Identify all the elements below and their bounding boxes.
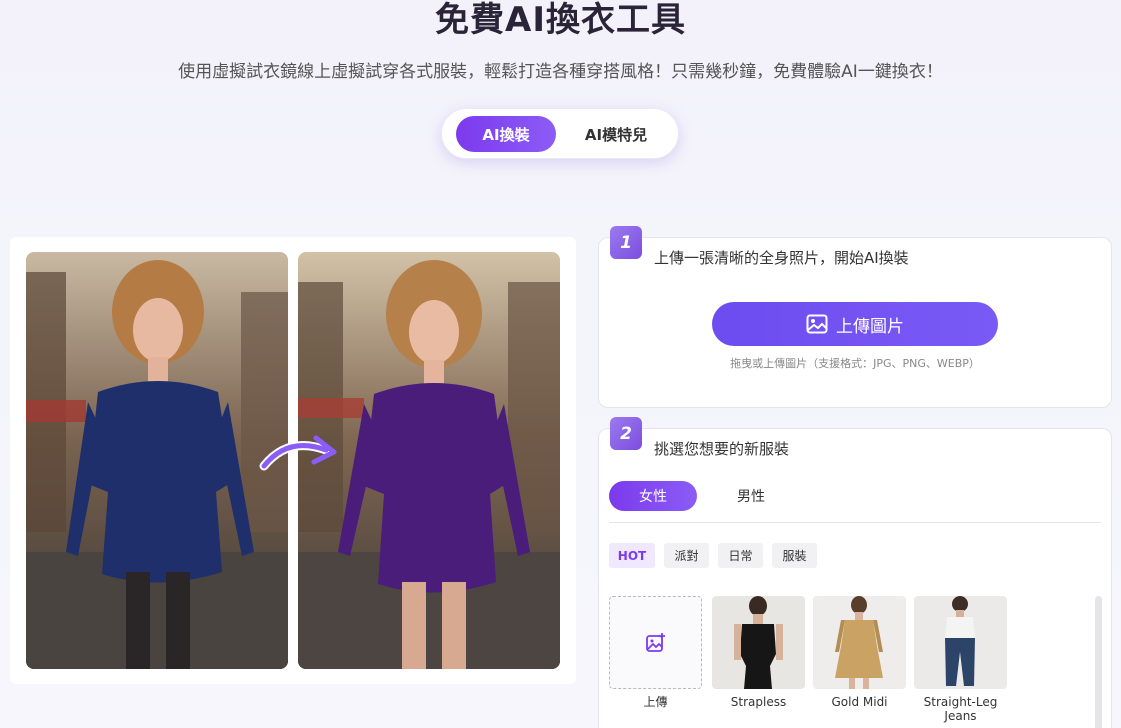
mode-switch: AI換裝 AI模特兒 [441, 108, 679, 159]
upload-button-label: 上傳圖片 [836, 316, 904, 337]
page-title: 免費AI換衣工具 [435, 0, 686, 40]
tab-male[interactable]: 男性 [707, 481, 795, 511]
tab-female[interactable]: 女性 [609, 481, 697, 511]
step-upload-card: 1 上傳一張清晰的全身照片，開始AI換裝 上傳圖片 拖曳或上傳圖片（支援格式：J… [598, 226, 1112, 408]
divider [609, 522, 1101, 523]
outfit-label: Gold Midi [831, 695, 888, 709]
outfit-label: Straight-Leg Jeans [923, 695, 998, 723]
step-badge: 1 [610, 226, 642, 259]
outfit-upload-tile[interactable] [609, 596, 702, 689]
outfit-label: Strapless [730, 695, 787, 709]
outfit-strapless-tile[interactable] [712, 596, 805, 689]
page-subtitle: 使用虛擬試衣鏡線上虛擬試穿各式服裝，輕鬆打造各種穿搭風格！只需幾秒鐘，免費體驗A… [178, 62, 943, 82]
category-party[interactable]: 派對 [664, 543, 709, 568]
image-icon [806, 314, 828, 334]
category-daily[interactable]: 日常 [718, 543, 763, 568]
step-badge: 2 [610, 417, 642, 450]
before-photo [26, 252, 288, 669]
tab-ai-outfit-change[interactable]: AI換裝 [456, 116, 556, 152]
category-hot[interactable]: HOT [609, 543, 655, 568]
step-label: 挑選您想要的新服裝 [654, 440, 790, 458]
outfit-straight-leg-jeans-tile[interactable] [914, 596, 1007, 689]
preview-card [10, 237, 576, 684]
step-label: 上傳一張清晰的全身照片，開始AI換裝 [654, 249, 909, 267]
outfit-gold-midi-tile[interactable] [813, 596, 906, 689]
outfit-label: 上傳 [643, 695, 668, 709]
scrollbar[interactable] [1095, 596, 1102, 728]
upload-image-button[interactable]: 上傳圖片 [712, 302, 998, 346]
category-clothing[interactable]: 服裝 [772, 543, 817, 568]
upload-hint: 拖曳或上傳圖片（支援格式：JPG、PNG、WEBP） [730, 357, 980, 370]
tab-ai-model[interactable]: AI模特兒 [566, 116, 666, 152]
step-outfit-card: 2 挑選您想要的新服裝 女性 男性 HOT 派對 日常 服裝 上傳 Strapl… [598, 417, 1112, 728]
curved-arrow-icon [259, 435, 337, 471]
add-image-icon [645, 632, 665, 652]
